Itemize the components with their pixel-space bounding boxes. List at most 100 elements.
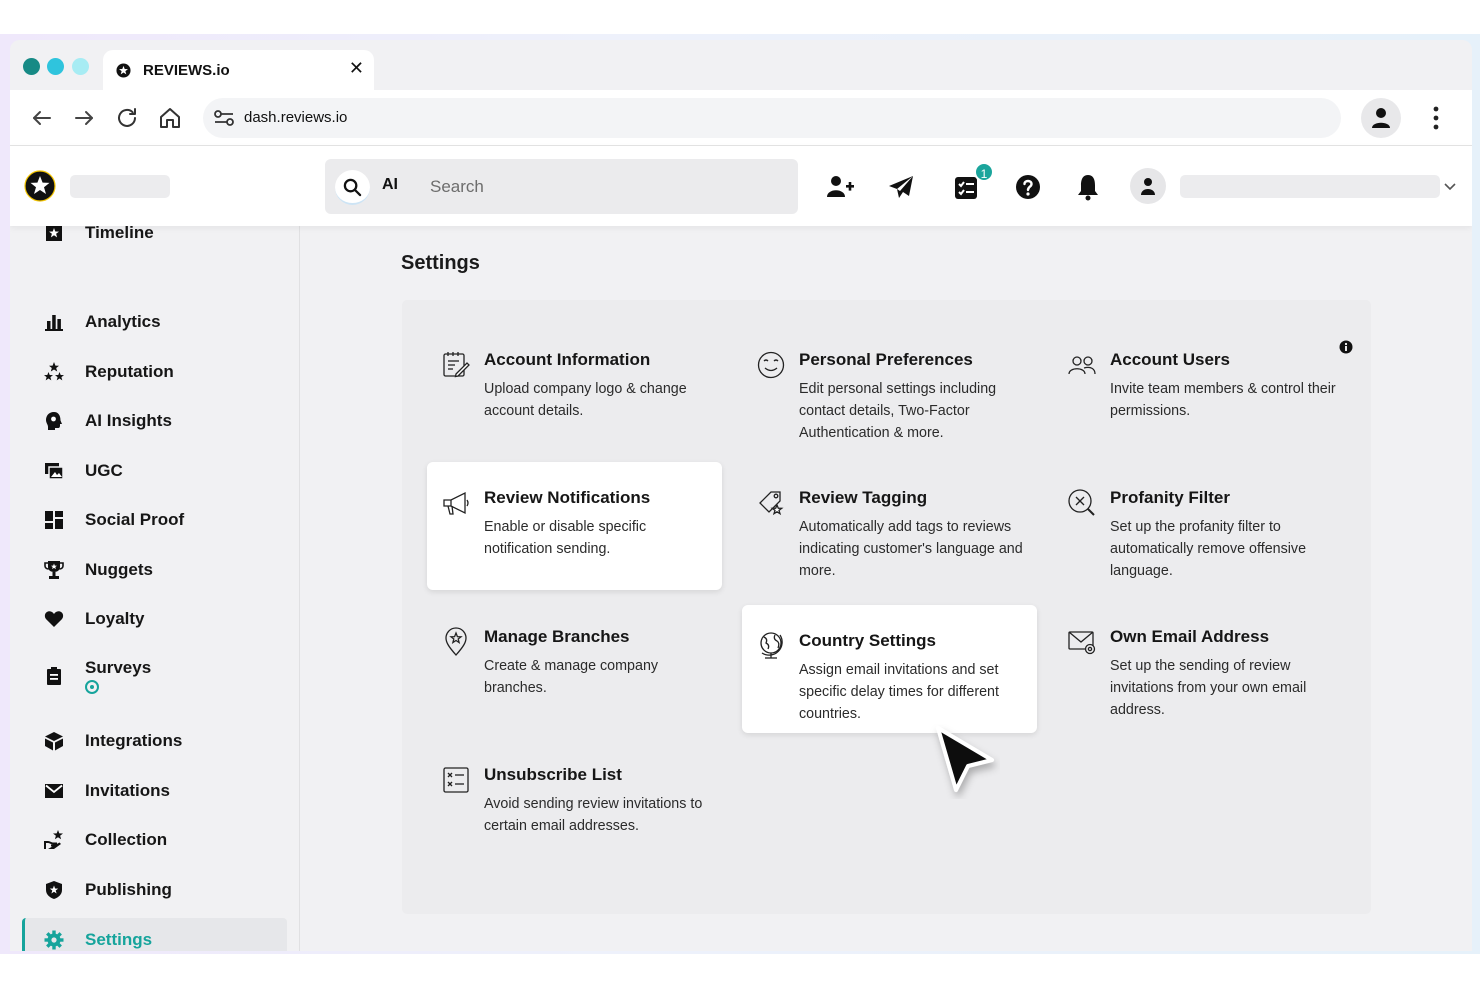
reload-icon[interactable] <box>115 106 139 130</box>
window-close-control[interactable] <box>23 58 40 75</box>
card-description: Set up the sending of review invitations… <box>1110 658 1307 718</box>
sidebar-item-label: Surveys <box>85 658 152 677</box>
reviews-logo-icon[interactable] <box>24 170 56 202</box>
checklist-badge: 1 <box>974 162 994 182</box>
search-button[interactable] <box>335 170 370 205</box>
tab-strip: REVIEWS.io ✕ <box>10 40 1472 90</box>
sidebar-item-reputation[interactable]: Reputation <box>22 350 287 394</box>
sidebar-item-label: Timeline <box>85 226 154 242</box>
user-name-placeholder <box>1180 175 1440 198</box>
ai-insights-icon <box>46 412 62 430</box>
ai-search-label[interactable]: AI <box>382 176 398 194</box>
integrations-icon <box>45 732 63 751</box>
search-icon <box>343 178 362 197</box>
chevron-down-icon[interactable] <box>1442 178 1458 194</box>
help-icon[interactable] <box>1013 172 1043 202</box>
card-title: Account Users <box>1110 350 1230 369</box>
settings-card-account-users[interactable]: Account Users Invite team members & cont… <box>1053 324 1348 452</box>
invitations-icon <box>45 784 63 798</box>
tag-icon <box>759 491 784 516</box>
page-title: Settings <box>401 252 480 274</box>
browser-profile-button[interactable] <box>1361 98 1401 138</box>
window-maximize-control[interactable] <box>72 58 89 75</box>
settings-card-profanity-filter[interactable]: Profanity Filter Set up the profanity fi… <box>1053 462 1348 590</box>
card-description: Edit personal settings including contact… <box>799 381 997 441</box>
sidebar: Timeline Analytics Reputation AI Insight… <box>10 226 300 951</box>
user-avatar[interactable] <box>1130 168 1166 204</box>
settings-card-account-information[interactable]: Account Information Upload company logo … <box>427 324 722 452</box>
settings-card-manage-branches[interactable]: Manage Branches Create & manage company … <box>427 601 722 729</box>
settings-panel: Account Information Upload company logo … <box>402 300 1371 914</box>
surveys-icon <box>47 667 61 685</box>
timeline-icon <box>46 226 62 241</box>
search-input[interactable] <box>430 173 770 201</box>
sidebar-item-loyalty[interactable]: Loyalty <box>22 597 287 641</box>
sidebar-item-ai-insights[interactable]: AI Insights <box>22 399 287 443</box>
unsubscribe-list-icon <box>443 767 469 793</box>
card-description: Avoid sending review invitations to cert… <box>484 796 703 834</box>
card-title: Unsubscribe List <box>484 765 622 784</box>
user-icon <box>1141 178 1155 195</box>
sidebar-item-invitations[interactable]: Invitations <box>22 769 287 813</box>
home-icon[interactable] <box>158 106 182 130</box>
sidebar-item-timeline[interactable]: Timeline <box>22 226 287 255</box>
card-description: Create & manage company branches. <box>484 658 659 696</box>
forward-arrow-icon[interactable] <box>72 106 96 130</box>
card-description: Enable or disable specific notification … <box>484 519 647 557</box>
search-bar[interactable]: AI <box>325 159 798 214</box>
address-bar[interactable]: dash.reviews.io <box>203 98 1341 138</box>
card-title: Country Settings <box>799 631 936 650</box>
add-user-icon[interactable] <box>825 172 855 202</box>
globe-icon <box>760 632 783 659</box>
card-title: Account Information <box>484 350 651 369</box>
collection-icon <box>44 830 63 849</box>
back-arrow-icon[interactable] <box>30 106 54 130</box>
site-settings-icon[interactable] <box>213 108 235 128</box>
card-description: Upload company logo & change account det… <box>484 381 687 419</box>
social-proof-icon <box>45 511 63 529</box>
sidebar-item-analytics[interactable]: Analytics <box>22 300 287 344</box>
sidebar-item-label: Reputation <box>85 362 174 381</box>
sidebar-item-social-proof[interactable]: Social Proof <box>22 498 287 542</box>
tab-close-icon[interactable]: ✕ <box>349 58 364 79</box>
sidebar-item-collection[interactable]: Collection <box>22 818 287 862</box>
tab-title: REVIEWS.io <box>143 62 230 79</box>
settings-card-own-email-address[interactable]: Own Email Address Set up the sending of … <box>1053 601 1348 729</box>
card-description: Invite team members & control their perm… <box>1110 381 1336 419</box>
settings-icon <box>44 930 64 950</box>
sidebar-item-label: Analytics <box>85 312 161 331</box>
browser-window: REVIEWS.io ✕ dash.reviews.io AI Search 1… <box>10 40 1472 951</box>
browser-tab[interactable]: REVIEWS.io ✕ <box>103 50 374 90</box>
users-icon <box>1068 356 1096 375</box>
send-icon[interactable] <box>886 172 916 202</box>
settings-card-personal-preferences[interactable]: Personal Preferences Edit personal setti… <box>742 324 1037 452</box>
card-title: Profanity Filter <box>1110 488 1230 507</box>
sidebar-item-surveys[interactable]: Surveys <box>22 646 287 702</box>
sidebar-item-settings[interactable]: Settings <box>22 918 287 951</box>
browser-menu-icon[interactable] <box>1424 104 1448 132</box>
window-minimize-control[interactable] <box>47 58 64 75</box>
settings-card-country-settings[interactable]: Country Settings Assign email invitation… <box>742 605 1037 733</box>
settings-card-unsubscribe-list[interactable]: Unsubscribe List Avoid sending review in… <box>427 739 722 867</box>
sidebar-item-publishing[interactable]: Publishing <box>22 868 287 912</box>
sidebar-item-ugc[interactable]: UGC <box>22 449 287 493</box>
sidebar-item-label: Invitations <box>85 781 171 800</box>
profanity-filter-icon <box>1068 489 1095 516</box>
card-title: Manage Branches <box>484 627 630 646</box>
card-title: Own Email Address <box>1110 627 1270 646</box>
settings-card-review-notifications[interactable]: Review Notifications Enable or disable s… <box>427 462 722 590</box>
sidebar-item-label: Loyalty <box>85 609 145 628</box>
sidebar-item-nuggets[interactable]: Nuggets <box>22 548 287 592</box>
notifications-bell-icon[interactable] <box>1073 172 1103 202</box>
card-description: Assign email invitations and set specifi… <box>799 662 999 722</box>
url-text: dash.reviews.io <box>244 109 348 126</box>
settings-card-review-tagging[interactable]: Review Tagging Automatically add tags to… <box>742 462 1037 590</box>
sidebar-item-integrations[interactable]: Integrations <box>22 719 287 763</box>
surveys-status-indicator <box>85 680 99 694</box>
main-content: Settings Account Information Upload comp… <box>301 226 1472 951</box>
loyalty-icon <box>44 611 64 627</box>
card-title: Review Notifications <box>484 488 651 507</box>
card-title: Review Tagging <box>799 488 928 507</box>
sidebar-item-label: AI Insights <box>85 411 172 430</box>
nuggets-icon <box>44 561 64 579</box>
